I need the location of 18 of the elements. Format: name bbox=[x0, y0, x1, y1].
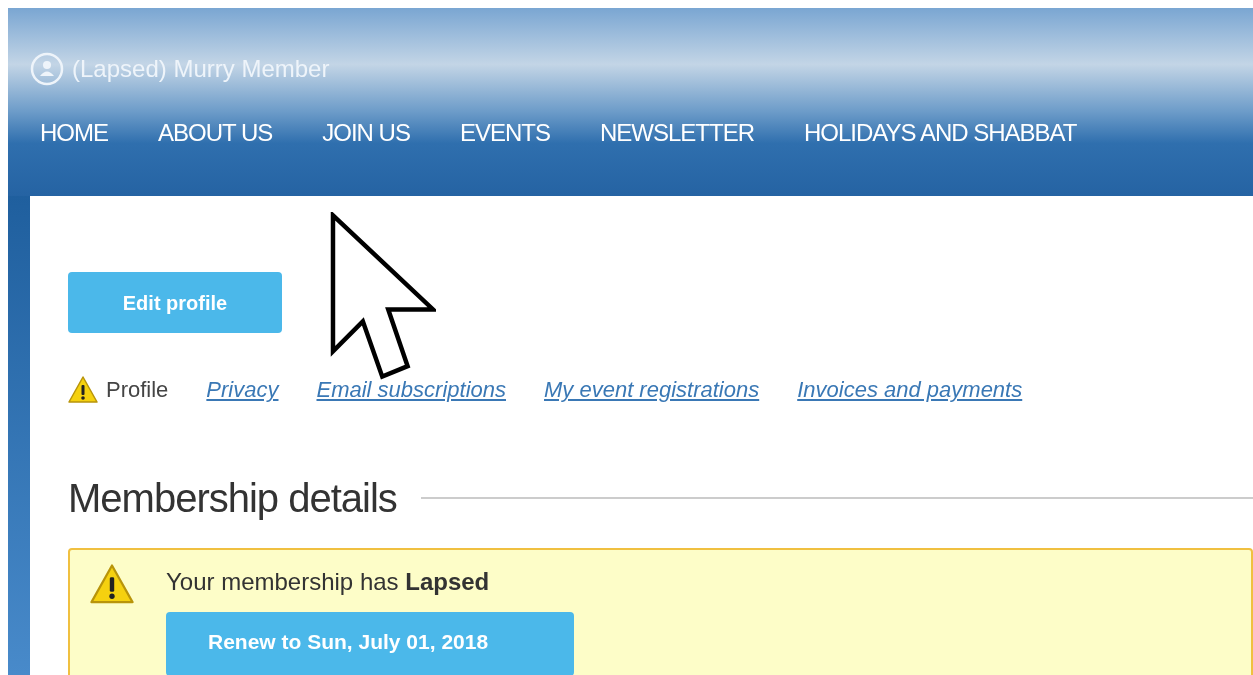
tab-link[interactable]: Invoices and payments bbox=[797, 373, 1023, 406]
user-icon bbox=[30, 52, 64, 86]
nav-link[interactable]: NEWSLETTER bbox=[599, 115, 754, 151]
tab-link[interactable]: My event registrations bbox=[544, 373, 760, 406]
nav-link[interactable]: ABOUT US bbox=[158, 115, 273, 151]
warning-icon bbox=[90, 564, 134, 604]
edit-profile-button[interactable]: Edit profile bbox=[68, 272, 282, 333]
mouse-cursor-icon bbox=[330, 212, 436, 380]
alert-message: Your membership has Lapsed bbox=[166, 567, 491, 597]
nav-link[interactable]: HOLIDAYS AND SHABBAT bbox=[804, 115, 1077, 151]
nav-link[interactable]: EVENTS bbox=[459, 115, 550, 151]
tab-link[interactable]: Privacy bbox=[206, 373, 279, 406]
nav-link[interactable]: JOIN US bbox=[322, 115, 410, 151]
nav-link[interactable]: HOME bbox=[40, 115, 108, 151]
profile-tab[interactable]: Profile bbox=[106, 373, 169, 406]
section-title: Membership details bbox=[68, 475, 397, 522]
renew-button[interactable]: Renew to Sun, July 01, 2018 bbox=[166, 612, 574, 675]
tab-link[interactable]: Email subscriptions bbox=[316, 373, 506, 406]
